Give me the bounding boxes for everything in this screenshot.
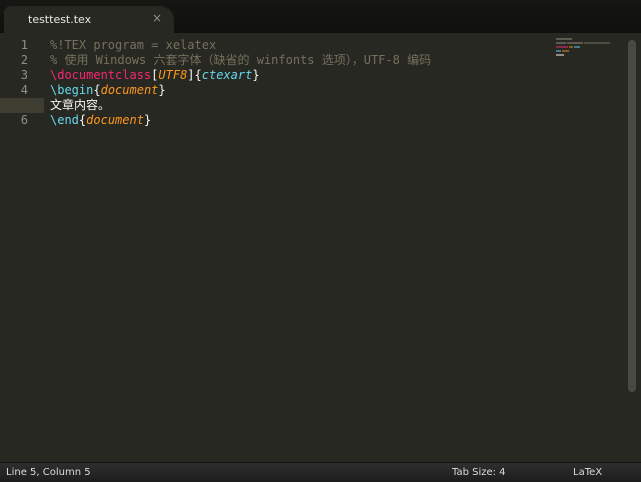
code-token: % 使用 Windows 六套字体（缺省的 winfonts 选项），UTF-8… [50,53,432,67]
code-token: ]{ [187,68,202,82]
code-token: document [100,83,159,97]
code-token: { [93,83,101,97]
code-line[interactable]: % 使用 Windows 六套字体（缺省的 winfonts 选项），UTF-8… [0,53,625,68]
code-line[interactable]: \documentclass[UTF8]{ctexart} [0,68,625,83]
file-tab[interactable]: testtest.tex × [4,6,174,33]
code-token: %!TEX program = xelatex [50,38,217,52]
syntax-selector[interactable]: LaTeX [573,467,602,478]
code-token: \begin [50,83,94,97]
code-token: } [158,83,166,97]
code-token: \end [50,113,79,127]
code-editor[interactable]: 123456 %!TEX program = xelatex% 使用 Windo… [0,33,625,462]
tab-bar: testtest.tex × [0,0,641,33]
code-line[interactable]: %!TEX program = xelatex [0,38,625,53]
status-bar: Line 5, Column 5 Tab Size: 4 LaTeX [0,462,641,482]
minimap[interactable] [556,38,612,56]
code-line[interactable]: 文章内容。 [0,98,625,113]
code-token: ctexart [201,68,253,82]
code-token: 文章内容。 [50,98,111,112]
code-token: } [252,68,260,82]
code-token: } [143,113,152,127]
code-token: UTF8 [158,68,188,82]
code-line[interactable]: \begin{document} [0,83,625,98]
close-icon[interactable]: × [150,11,164,25]
code-token: document [86,113,144,127]
code-area[interactable]: %!TEX program = xelatex% 使用 Windows 六套字体… [0,38,625,128]
scrollbar-thumb[interactable] [628,40,636,392]
cursor-position: Line 5, Column 5 [6,467,91,478]
code-token: \documentclass [50,68,152,82]
tab-size-selector[interactable]: Tab Size: 4 [452,467,506,478]
tab-title[interactable]: testtest.tex [28,13,91,26]
code-line[interactable]: \end{document} [0,113,625,128]
